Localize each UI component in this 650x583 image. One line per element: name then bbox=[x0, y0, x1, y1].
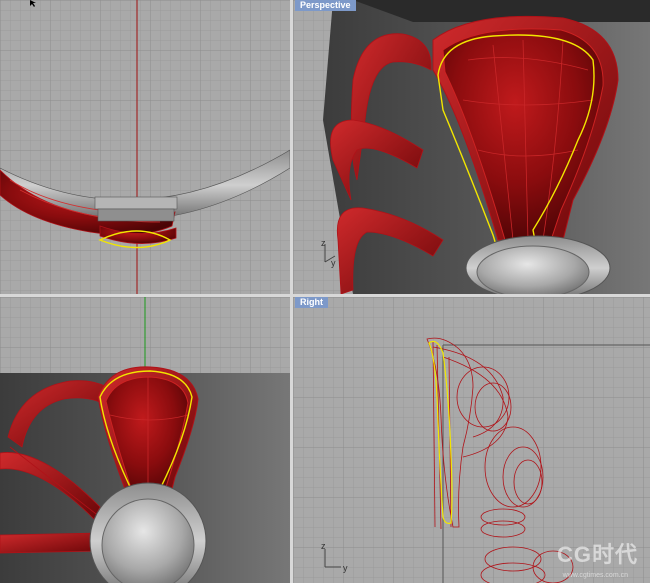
viewport-separator-vertical[interactable] bbox=[290, 0, 293, 583]
watermark-text: CG时代 bbox=[556, 542, 638, 567]
axis-z-label: z bbox=[321, 541, 326, 551]
viewport-title-perspective[interactable]: Perspective bbox=[295, 0, 356, 11]
axis-y-label: y bbox=[343, 563, 348, 573]
axis-z-label: z bbox=[321, 238, 326, 248]
watermark-url: www.cgtimes.com.cn bbox=[562, 572, 628, 579]
viewport-separator-horizontal[interactable] bbox=[0, 294, 650, 297]
viewport-title-right[interactable]: Right bbox=[295, 297, 328, 308]
viewport-perspective[interactable]: z y Perspective bbox=[293, 0, 650, 294]
viewport-front-canvas bbox=[0, 297, 290, 583]
viewport-front[interactable] bbox=[0, 297, 290, 583]
viewport-top[interactable] bbox=[0, 0, 290, 294]
viewport-right[interactable]: z y Right CG时代 www.cgtimes.com.cn bbox=[293, 297, 650, 583]
viewport-top-canvas bbox=[0, 0, 290, 294]
viewport-perspective-canvas: z y bbox=[293, 0, 650, 294]
axis-y-label: y bbox=[331, 258, 336, 268]
